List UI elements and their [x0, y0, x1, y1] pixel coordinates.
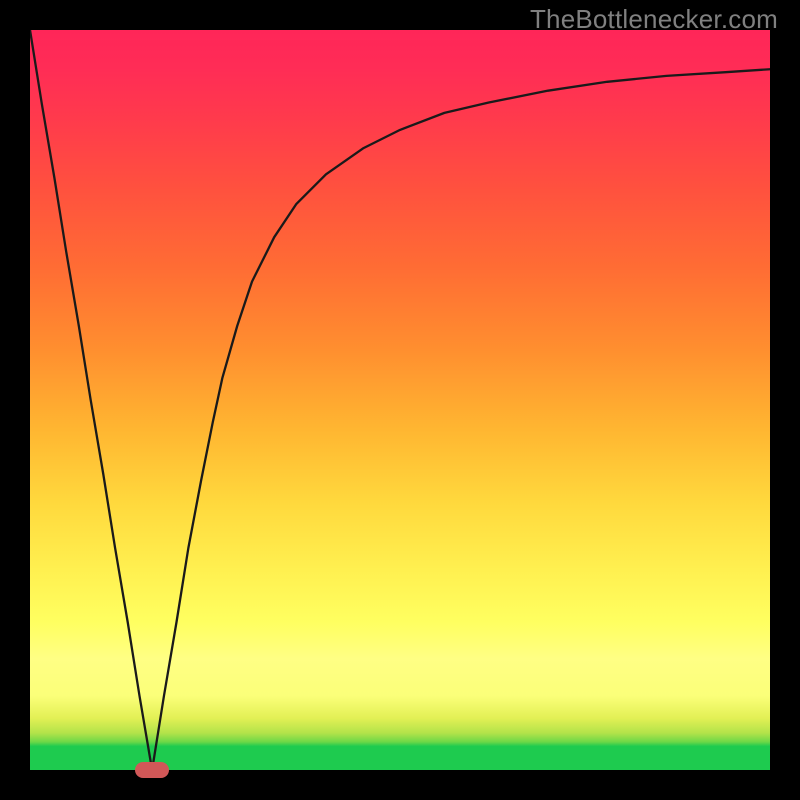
chart-frame: TheBottlenecker.com [0, 0, 800, 800]
plot-area [30, 30, 770, 770]
bottleneck-curve [30, 30, 770, 770]
optimum-marker [135, 762, 169, 778]
